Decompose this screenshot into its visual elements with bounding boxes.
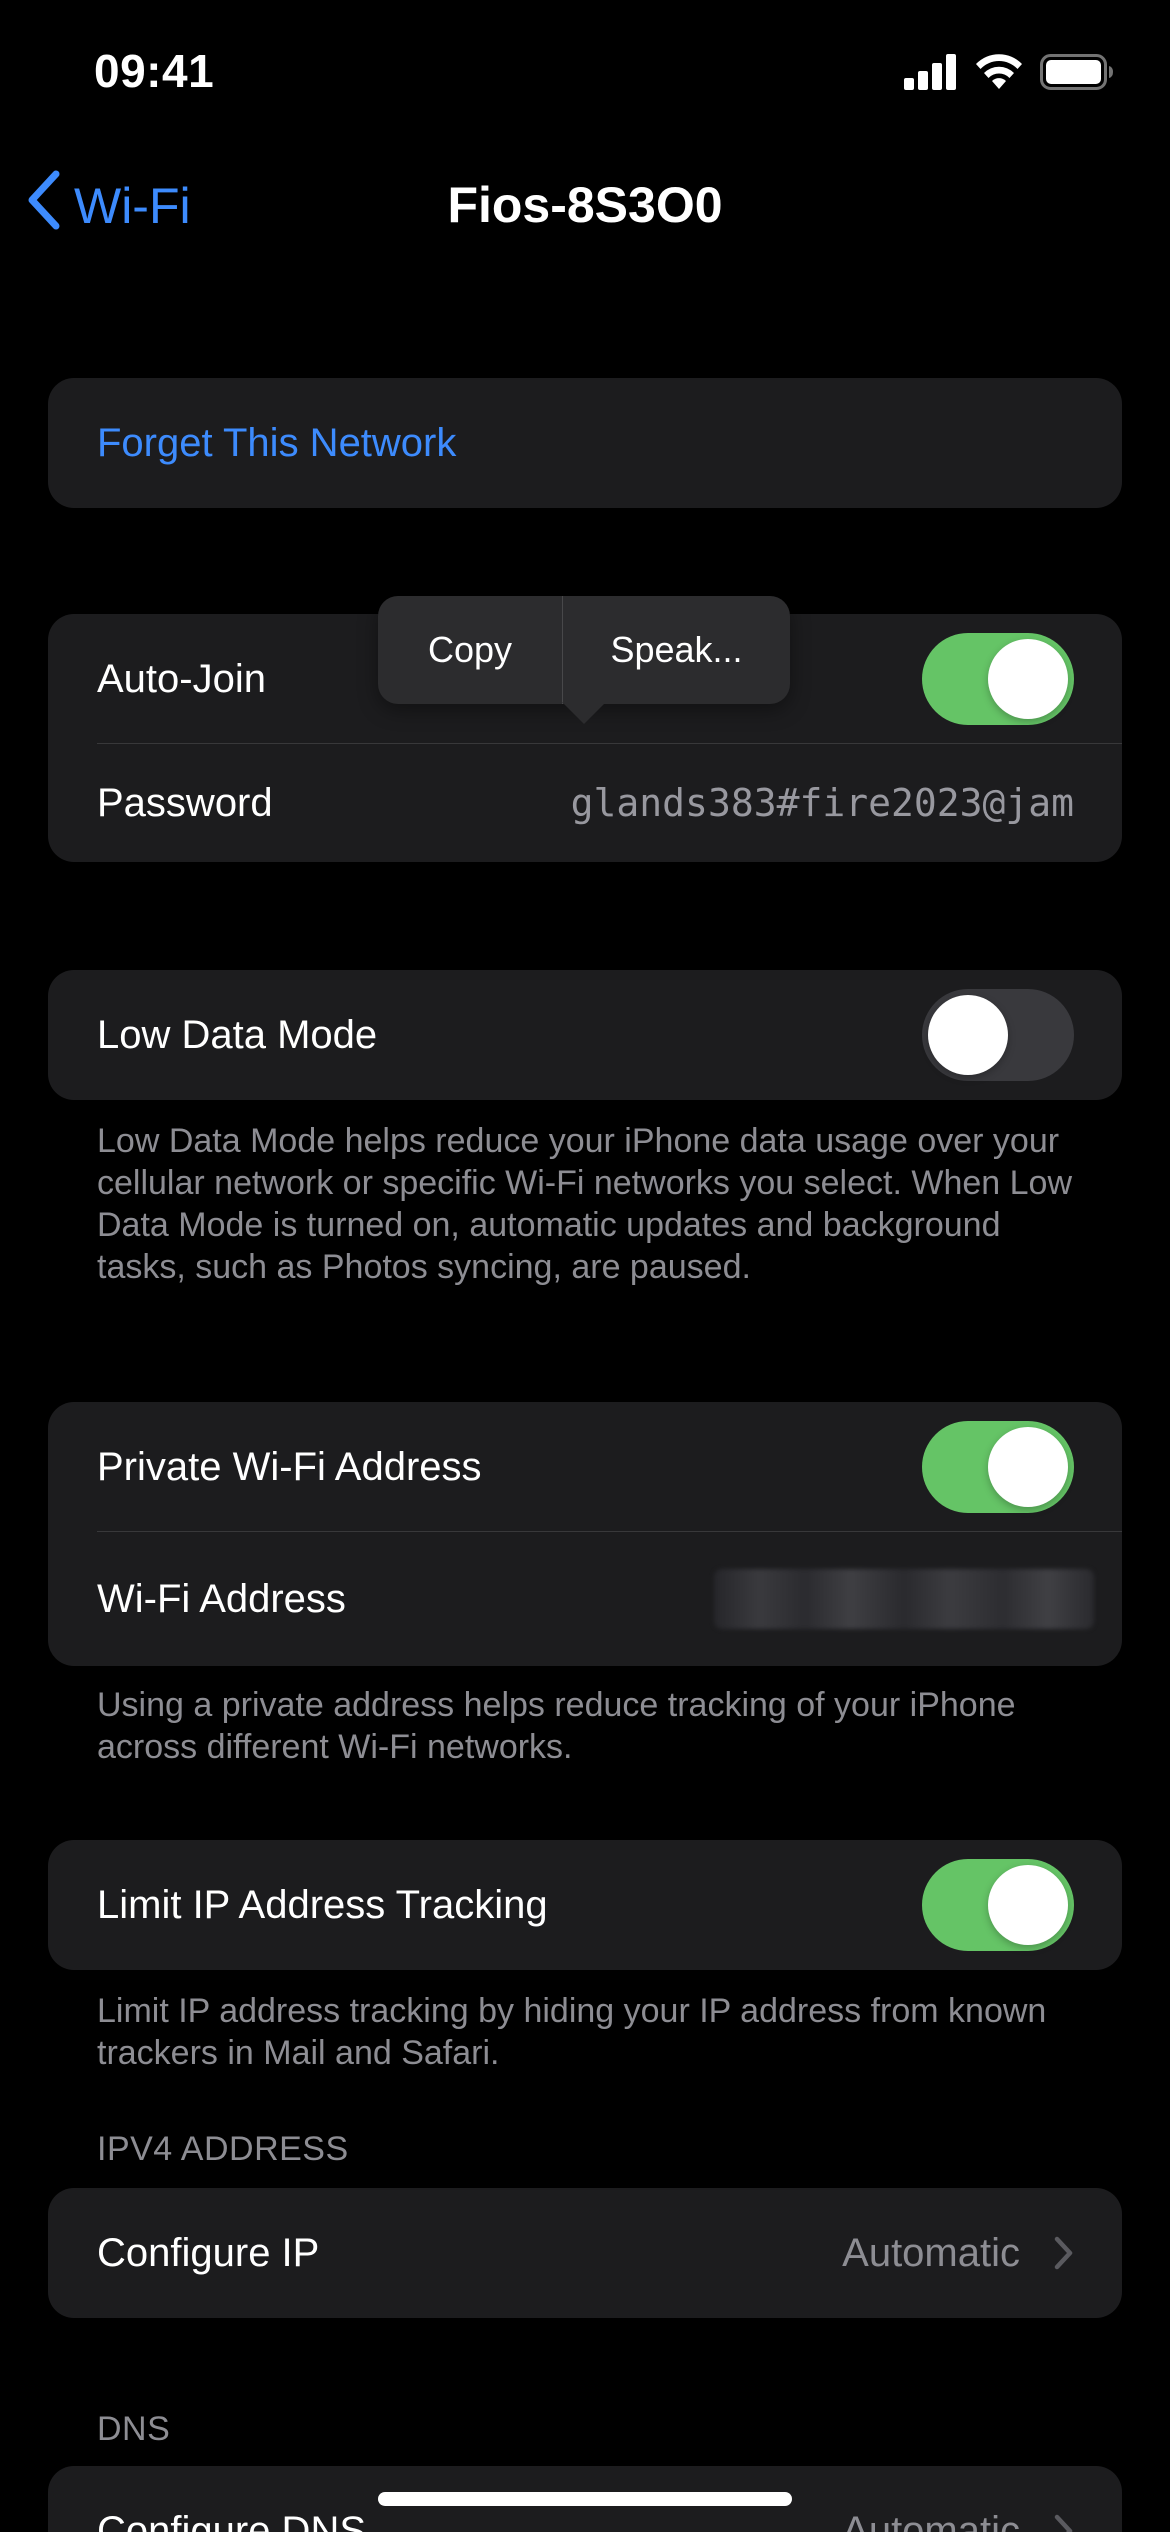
limit-ip-group: Limit IP Address Tracking	[48, 1840, 1122, 1970]
chevron-right-icon	[1054, 2514, 1074, 2532]
ipv4-group: Configure IP Automatic	[48, 2188, 1122, 2318]
ipv4-section-header: IPV4 ADDRESS	[97, 2130, 349, 2168]
password-value[interactable]: glands383#fire2023@jam	[571, 781, 1074, 825]
low-data-row: Low Data Mode	[48, 970, 1122, 1100]
dns-section-header: DNS	[97, 2410, 171, 2448]
cellular-icon	[904, 53, 958, 95]
low-data-footnote: Low Data Mode helps reduce your iPhone d…	[97, 1122, 1072, 1286]
low-data-label: Low Data Mode	[97, 1012, 378, 1057]
limit-ip-footnote: Limit IP address tracking by hiding your…	[97, 1992, 1047, 2072]
configure-ip-row[interactable]: Configure IP Automatic	[48, 2188, 1122, 2318]
forget-network-group: Forget This Network	[48, 378, 1122, 508]
speak-button[interactable]: Speak...	[563, 596, 790, 704]
wifi-address-row: Wi-Fi Address	[48, 1532, 1122, 1666]
configure-ip-value: Automatic	[842, 2230, 1020, 2275]
configure-ip-label: Configure IP	[97, 2230, 320, 2275]
low-data-toggle[interactable]	[922, 989, 1074, 1081]
configure-dns-value: Automatic	[842, 2508, 1020, 2532]
wifi-address-label: Wi-Fi Address	[97, 1576, 346, 1621]
status-time: 09:41	[94, 45, 215, 97]
chevron-right-icon	[1054, 2236, 1074, 2270]
toggle-knob	[988, 639, 1068, 719]
low-data-group: Low Data Mode	[48, 970, 1122, 1100]
battery-icon	[1040, 53, 1114, 95]
limit-ip-label: Limit IP Address Tracking	[97, 1882, 548, 1927]
private-address-footnote: Using a private address helps reduce tra…	[97, 1686, 1016, 1766]
forget-network-label: Forget This Network	[97, 420, 457, 465]
limit-ip-row: Limit IP Address Tracking	[48, 1840, 1122, 1970]
popup-arrow	[562, 702, 606, 724]
wifi-address-value-redacted	[714, 1569, 1094, 1629]
private-address-toggle[interactable]	[922, 1421, 1074, 1513]
toggle-knob	[988, 1427, 1068, 1507]
copy-button[interactable]: Copy	[378, 596, 563, 704]
auto-join-toggle[interactable]	[922, 633, 1074, 725]
status-icons	[904, 53, 1114, 96]
wifi-icon	[974, 53, 1024, 96]
edit-menu-popup: Copy Speak...	[378, 596, 790, 704]
password-row[interactable]: Password glands383#fire2023@jam	[48, 744, 1122, 862]
toggle-knob	[928, 995, 1008, 1075]
private-address-row: Private Wi-Fi Address	[48, 1402, 1122, 1532]
configure-dns-label: Configure DNS	[97, 2508, 367, 2532]
home-indicator[interactable]	[378, 2492, 792, 2506]
private-address-group: Private Wi-Fi Address Wi-Fi Address	[48, 1402, 1122, 1666]
limit-ip-toggle[interactable]	[922, 1859, 1074, 1951]
private-address-label: Private Wi-Fi Address	[97, 1444, 482, 1489]
password-label: Password	[97, 780, 273, 825]
forget-network-button[interactable]: Forget This Network	[48, 378, 1122, 508]
page-title: Fios-8S3O0	[447, 177, 723, 233]
toggle-knob	[988, 1865, 1068, 1945]
